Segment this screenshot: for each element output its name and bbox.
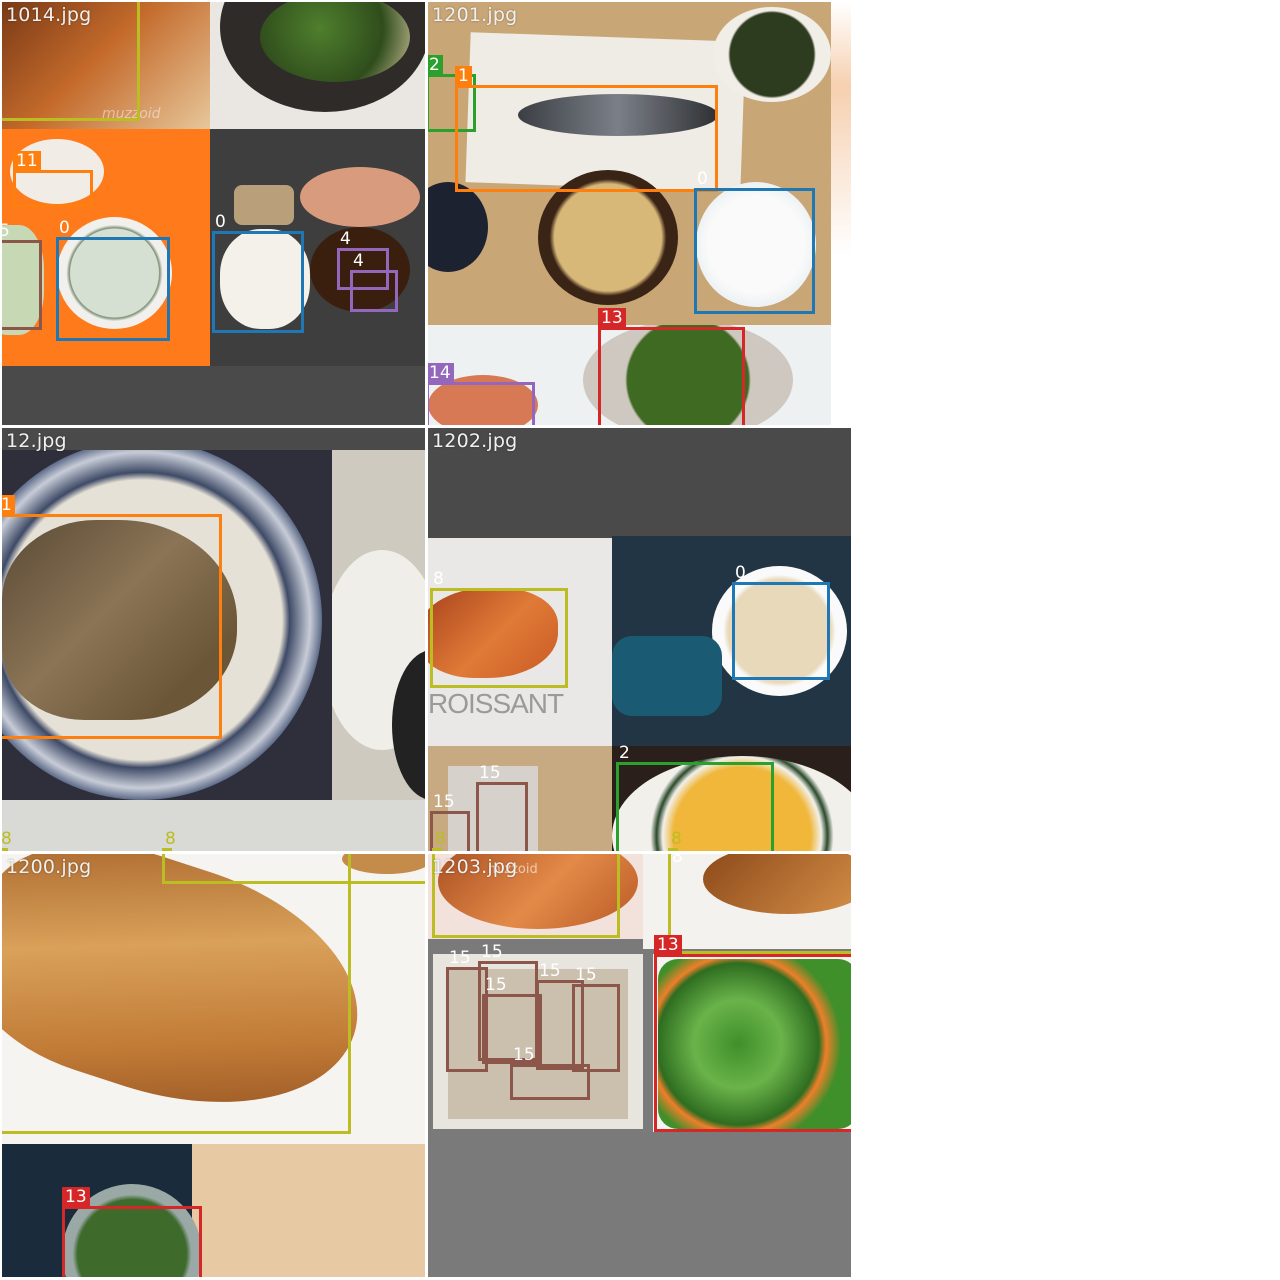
- bbox-label: 14: [428, 363, 454, 383]
- bbox-label: 13: [62, 1187, 90, 1207]
- bbox-label: 15: [485, 975, 507, 995]
- bbox-class-0: 0: [212, 212, 304, 333]
- bbox-class-5: 5: [2, 221, 42, 330]
- tile-filename: 1201.jpg: [432, 4, 518, 26]
- bbox-label: 8: [672, 854, 683, 867]
- tile-1203: mizzoid 1203.jpg 8 13 15 15 15 15 15 15: [428, 854, 851, 1277]
- bbox-class-0: 0: [732, 563, 830, 680]
- bbox-class-8: [162, 854, 425, 884]
- bbox-class-15: 15: [476, 763, 528, 851]
- photo-noodle-bowl: [210, 2, 425, 129]
- bbox-label: 1: [2, 495, 15, 515]
- bbox-label: 0: [215, 212, 226, 232]
- photo-floor: [2, 800, 425, 851]
- bbox-class-2: 2: [616, 743, 774, 851]
- bbox-class-8: 8: [668, 829, 682, 851]
- bbox-label: 0: [59, 218, 70, 238]
- bbox-label: 5: [2, 221, 10, 241]
- bbox-class-4: 4: [350, 251, 398, 312]
- bbox-class-11: 11: [13, 151, 93, 207]
- bbox-class-14: 14: [428, 363, 535, 425]
- bbox-label: 8: [433, 569, 444, 589]
- tile-1202: ROISSANT 1202.jpg 8 0 2 15 15 8 8: [428, 428, 851, 851]
- bbox-label: 8: [671, 829, 682, 849]
- bbox-class-8: 8: [430, 569, 568, 688]
- bbox-label: 0: [735, 563, 746, 583]
- tile-filename: 1202.jpg: [432, 430, 518, 452]
- bbox-label: 1: [455, 66, 472, 86]
- bbox-class-8: 8: [432, 829, 446, 851]
- croissant-caption: ROISSANT: [428, 688, 564, 719]
- bbox-label: 15: [575, 965, 597, 985]
- tile-1201: 1201.jpg 2 1 0 13 14: [428, 2, 851, 425]
- bbox-class-1: 1: [455, 66, 718, 192]
- bbox-label: 15: [449, 948, 471, 968]
- bbox-label: 13: [654, 935, 682, 955]
- bbox-label: 15: [481, 942, 503, 962]
- bbox-label: 15: [513, 1045, 535, 1065]
- bbox-class-8: 8: [162, 829, 176, 851]
- bbox-class-13: 13: [62, 1187, 202, 1277]
- tile-filename: 1014.jpg: [6, 4, 92, 26]
- photo-side-dishes: [332, 450, 425, 800]
- bbox-class-0: 0: [56, 218, 170, 341]
- bbox-label: 2: [619, 743, 630, 763]
- bbox-label: 4: [353, 251, 364, 271]
- bbox-label: 13: [598, 308, 626, 328]
- bbox-label: 8: [2, 829, 12, 849]
- tile-1014: muzzoid 1014.jpg 11 0 5 0 4 4: [2, 2, 425, 425]
- bbox-label: 15: [539, 961, 561, 981]
- bbox-class-13: 13: [654, 935, 851, 1132]
- tile-filename: 1200.jpg: [6, 856, 92, 878]
- photo-orange-edge: [831, 2, 851, 425]
- bbox-class-13: 13: [598, 308, 745, 425]
- bbox-label: 0: [697, 169, 708, 189]
- bbox-label: 11: [13, 151, 41, 171]
- bbox-class-1: 1: [2, 495, 222, 739]
- tile-filename: 12.jpg: [6, 430, 67, 452]
- bbox-label: 4: [340, 229, 351, 249]
- bbox-label: 15: [433, 792, 455, 812]
- bbox-label: 15: [479, 763, 501, 783]
- bbox-label: 2: [428, 55, 443, 75]
- bbox-label: 8: [435, 829, 446, 849]
- bbox-class-0: 0: [694, 169, 815, 314]
- tile-12: 12.jpg 1 8 8: [2, 428, 425, 851]
- bbox-class-8: [2, 854, 351, 1134]
- tile-1200: 1200.jpg 13: [2, 854, 425, 1277]
- bbox-class-15: 15: [572, 965, 620, 1072]
- bbox-class-8: 8: [2, 829, 12, 851]
- bbox-label: 8: [165, 829, 176, 849]
- bbox-class-8: 8: [668, 854, 851, 954]
- tile-filename: 1203.jpg: [432, 856, 518, 878]
- bbox-class-15: 15: [510, 1045, 590, 1100]
